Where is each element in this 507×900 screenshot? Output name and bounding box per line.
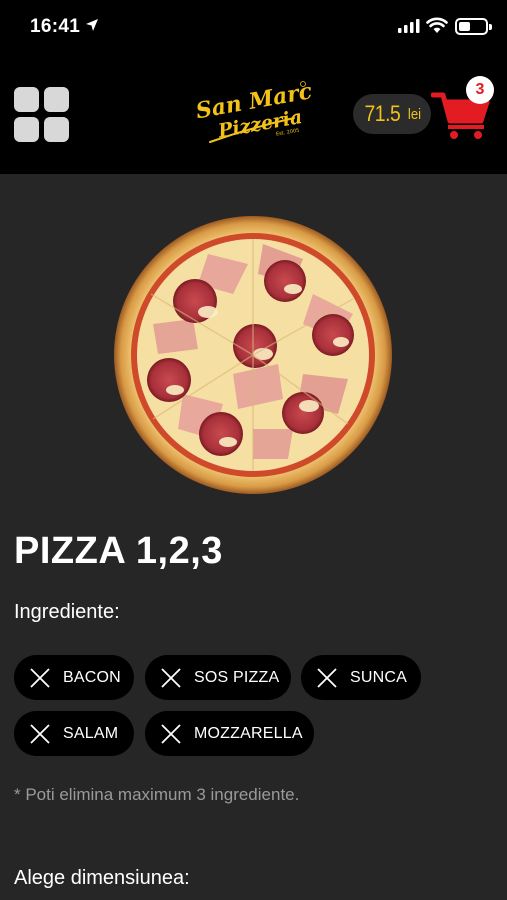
size-label: Alege dimensiunea:	[14, 867, 190, 889]
menu-grid-button[interactable]	[14, 87, 70, 143]
ingredient-name: BACON	[63, 668, 121, 686]
ingredient-name: MOZZARELLA	[194, 724, 303, 742]
cart-total-unit: lei	[408, 105, 422, 123]
san-marco-pizzeria-logo[interactable]: San Marco Pizzeria Est. 2005	[190, 76, 312, 154]
status-time: 16:41	[30, 16, 81, 37]
ingredient-chip-mozzarella[interactable]: MOZZARELLA	[145, 711, 314, 756]
wifi-icon	[426, 17, 448, 33]
ingredient-chip-salam[interactable]: SALAM	[14, 711, 134, 756]
remove-x-icon	[30, 723, 50, 744]
grid-tile-icon	[14, 117, 39, 142]
cart-count-badge: 3	[466, 76, 494, 104]
grid-tile-icon	[14, 87, 39, 112]
removal-limit-note: * Poti elimina maximum 3 ingrediente.	[14, 785, 300, 804]
ingredient-chip-sos-pizza[interactable]: SOS PIZZA	[145, 655, 291, 700]
ingredient-name: SUNCA	[350, 668, 408, 686]
cart-total-value: 71.5	[364, 101, 400, 126]
ingredient-chip-sunca[interactable]: SUNCA	[301, 655, 421, 700]
status-bar: 16:41	[0, 0, 507, 56]
pizza-image	[114, 216, 392, 494]
ingredients-label: Ingrediente:	[14, 601, 120, 623]
ingredient-name: SOS PIZZA	[194, 668, 280, 686]
cart-total-pill[interactable]: 71.5 lei	[353, 94, 431, 134]
remove-x-icon	[161, 667, 181, 688]
remove-x-icon	[317, 667, 337, 688]
app-header: San Marco Pizzeria Est. 2005 71.5 lei 3	[0, 56, 507, 174]
ingredient-name: SALAM	[63, 724, 119, 742]
remove-x-icon	[161, 723, 181, 744]
battery-icon	[455, 18, 492, 35]
remove-x-icon	[30, 667, 50, 688]
cellular-signal-icon	[398, 19, 420, 33]
grid-tile-icon	[44, 117, 69, 142]
location-arrow-icon	[86, 19, 98, 31]
ingredient-chip-bacon[interactable]: BACON	[14, 655, 134, 700]
product-title: PIZZA 1,2,3	[14, 530, 223, 572]
grid-tile-icon	[44, 87, 69, 112]
